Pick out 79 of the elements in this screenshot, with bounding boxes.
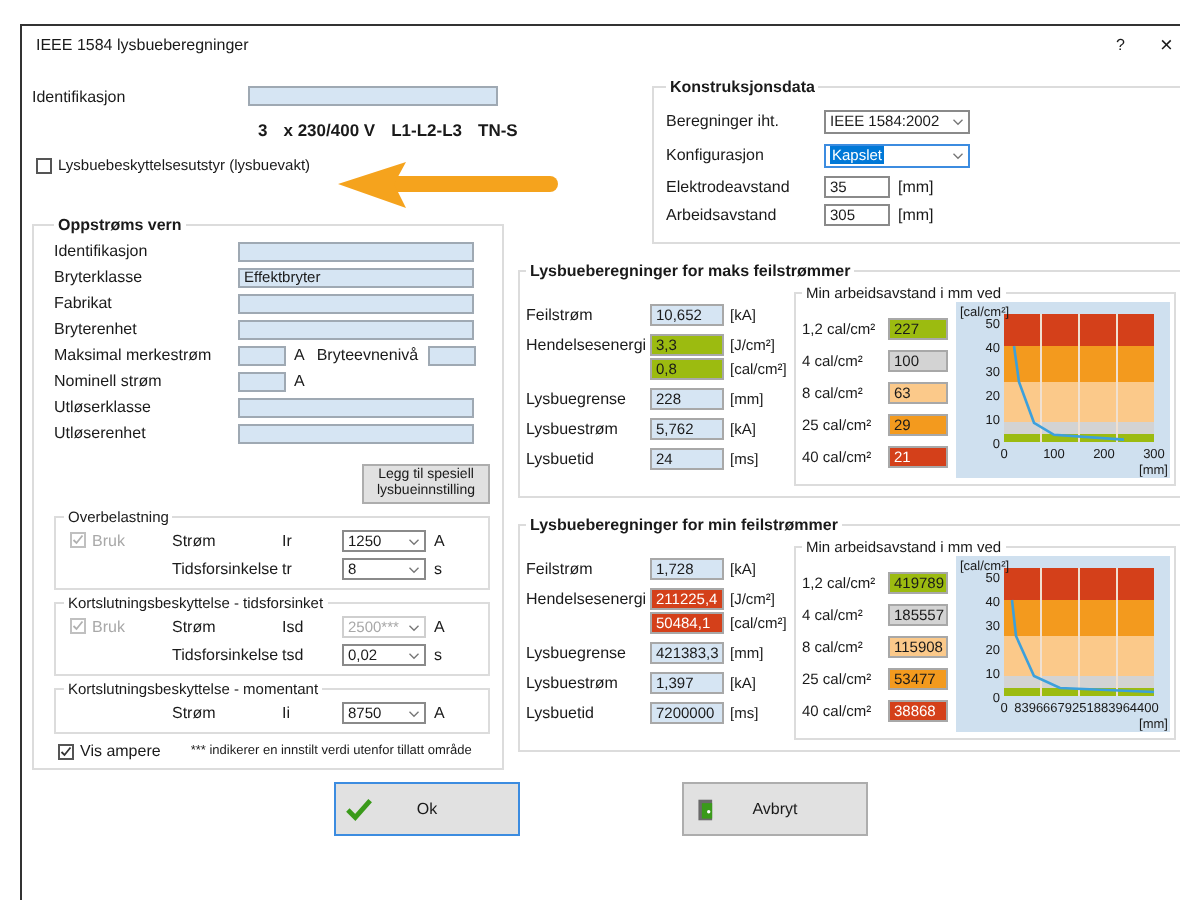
caret-icon <box>952 151 964 159</box>
system-text: 3 <box>258 120 268 140</box>
field-label: Arbeidsavstand <box>666 205 779 223</box>
checkbox-label: Vis ampere <box>80 742 161 760</box>
field-label: Nominell strøm <box>54 372 164 390</box>
field-label: Strøm <box>172 703 218 721</box>
checkbox-label: Bruk <box>92 617 125 635</box>
field-label: Fabrikat <box>54 294 114 312</box>
field-label: Beregninger iht. <box>666 112 781 130</box>
caret-icon <box>408 565 420 573</box>
identification-field[interactable] <box>248 86 498 106</box>
text-field[interactable] <box>238 319 474 339</box>
unit-label: A <box>434 703 445 721</box>
energy-curve <box>1011 345 1124 441</box>
group-title: Lysbueberegninger for maks feilstrømmer <box>530 262 851 280</box>
system-text: L1-L2-L3 <box>391 120 463 140</box>
field-label: Lysbuestrøm <box>526 672 620 694</box>
system-text: x 230/400 V <box>283 120 376 140</box>
checkbox[interactable] <box>58 743 74 759</box>
symbol-label: Isd <box>282 617 306 635</box>
ok-button[interactable]: Ok <box>334 782 520 836</box>
field-label: Konfigurasjon <box>666 146 766 164</box>
text-field[interactable] <box>238 293 474 313</box>
unit-label: A <box>434 531 445 549</box>
field-label: Lysbuetid <box>526 448 596 470</box>
unit-label: [mm] <box>898 177 934 195</box>
checkmark-icon <box>346 798 372 822</box>
symbol-label: Ii <box>282 703 292 721</box>
unit-label: A <box>294 372 305 390</box>
system-text: TN-S <box>478 120 518 140</box>
field-label: Tidsforsinkelse <box>172 559 281 577</box>
cancel-button[interactable]: Avbryt <box>682 782 868 836</box>
text-field[interactable] <box>428 345 477 365</box>
field-label: Identifikasjon <box>54 242 150 260</box>
close-button[interactable]: × <box>1160 33 1180 57</box>
field-label: Maksimal merkestrøm <box>54 346 214 364</box>
field-label: Feilstrøm <box>526 304 595 326</box>
checkbox[interactable] <box>36 157 52 173</box>
group-title: Oppstrøms vern <box>58 216 182 234</box>
caret-icon <box>952 117 964 125</box>
field-label: Strøm <box>172 617 218 635</box>
field-label: Utløserenhet <box>54 424 148 442</box>
caret-icon <box>408 651 420 659</box>
window-title: IEEE 1584 lysbueberegninger <box>36 36 251 54</box>
checkbox-label: Bruk <box>92 531 125 549</box>
symbol-label: tr <box>282 559 294 577</box>
field-label: Hendelsesenergi <box>526 588 649 610</box>
caret-icon <box>408 623 420 631</box>
field-label: Identifikasjon <box>32 87 128 105</box>
field-label: Hendelsesenergi <box>526 334 649 356</box>
group-title: Konstruksjonsdata <box>670 78 815 96</box>
field-label: Tidsforsinkelse <box>172 645 281 663</box>
unit-label: s <box>434 559 442 577</box>
field-label: Lysbuegrense <box>526 642 628 664</box>
field-label: Lysbuestrøm <box>526 418 620 440</box>
field-label: Strøm <box>172 531 218 549</box>
text-field[interactable] <box>238 371 286 391</box>
symbol-label: Ir <box>282 531 294 549</box>
text-field[interactable] <box>238 397 474 417</box>
unit-label: A <box>294 346 305 364</box>
text-field[interactable] <box>238 345 286 365</box>
field-label: Utløserklasse <box>54 398 153 416</box>
symbol-label: tsd <box>282 645 306 663</box>
field-label: Bryterklasse <box>54 268 145 286</box>
field-label: Feilstrøm <box>526 558 595 580</box>
field-label: Lysbuegrense <box>526 388 628 410</box>
help-button[interactable]: ? <box>1116 36 1136 54</box>
field-label: Elektrodeavstand <box>666 177 792 195</box>
field-label: Bryteevnenivå <box>316 346 421 364</box>
unit-label: [mm] <box>898 205 934 223</box>
unit-label: s <box>434 645 442 663</box>
caret-icon <box>408 709 420 717</box>
caret-icon <box>408 537 420 545</box>
field-label: Lysbuetid <box>526 702 596 724</box>
unit-label: A <box>434 617 445 635</box>
group-title: Lysbueberegninger for min feilstrømmer <box>530 516 838 534</box>
text-field[interactable] <box>238 241 474 261</box>
text-field[interactable] <box>238 423 474 443</box>
field-label: Bryterenhet <box>54 320 139 338</box>
